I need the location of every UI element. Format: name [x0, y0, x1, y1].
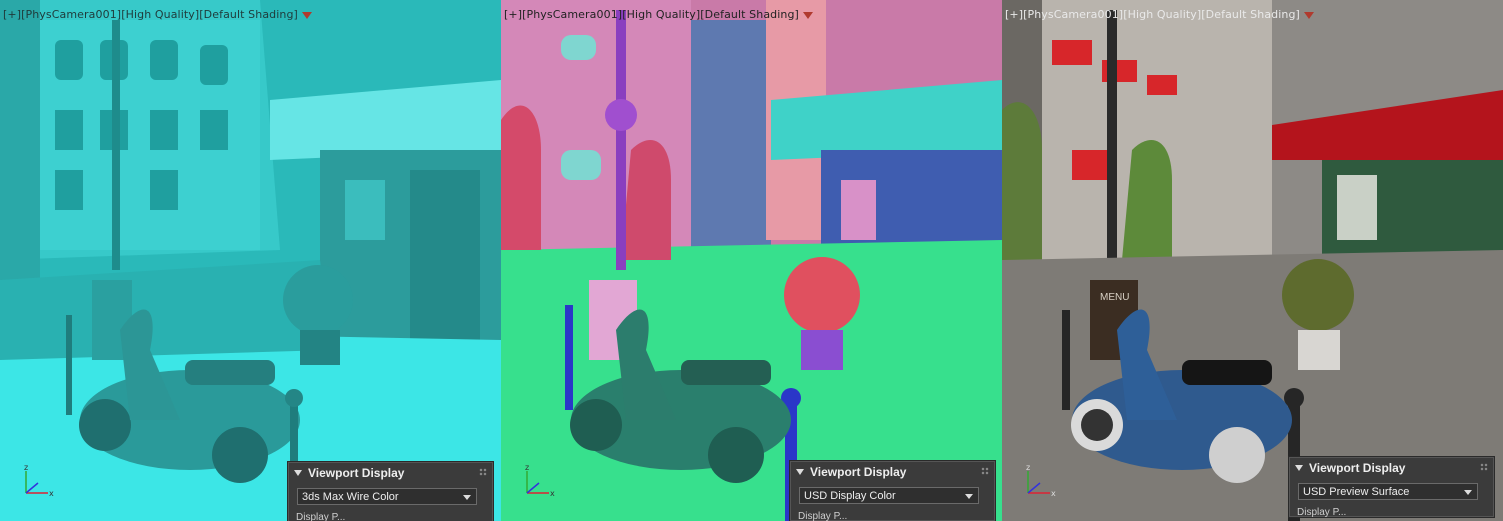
xyz-axis-gizmo-icon: z x [525, 463, 555, 498]
viewport-usd-display-color[interactable]: [+][PhysCamera001][High Quality][Default… [501, 0, 1002, 521]
chevron-down-icon [463, 495, 471, 500]
panel-header[interactable]: Viewport Display [294, 466, 404, 480]
camera-label-button[interactable]: [PhysCamera001] [1023, 8, 1123, 21]
viewport-label: [+][PhysCamera001][High Quality][Default… [504, 8, 813, 21]
panel-title: Viewport Display [308, 466, 405, 480]
collapse-triangle-icon[interactable] [1295, 465, 1303, 471]
panel-cut-text: Display P... [296, 512, 346, 521]
svg-text:x: x [49, 489, 54, 498]
chevron-down-icon [965, 494, 973, 499]
panel-header[interactable]: Viewport Display [796, 465, 906, 479]
viewport-menu-button[interactable]: [+] [3, 8, 21, 21]
display-mode-dropdown[interactable]: 3ds Max Wire Color [297, 488, 477, 505]
chevron-down-icon [1464, 490, 1472, 495]
viewport-display-panel: Viewport Display USD Preview Surface Dis… [1288, 456, 1495, 518]
filter-funnel-icon[interactable] [1303, 11, 1314, 19]
filter-funnel-icon[interactable] [301, 11, 312, 19]
shading-label-button[interactable]: [Default Shading] [700, 8, 799, 21]
viewport-display-panel: Viewport Display USD Display Color Displ… [789, 460, 996, 521]
panel-title: Viewport Display [1309, 461, 1406, 475]
svg-text:x: x [1051, 489, 1056, 498]
display-mode-dropdown[interactable]: USD Display Color [799, 487, 979, 504]
viewport-label: [+][PhysCamera001][High Quality][Default… [1005, 8, 1314, 21]
dropdown-value: 3ds Max Wire Color [302, 491, 399, 503]
display-mode-dropdown[interactable]: USD Preview Surface [1298, 483, 1478, 500]
panel-cut-text: Display P... [1297, 507, 1347, 517]
quality-label-button[interactable]: [High Quality] [121, 8, 199, 21]
dropdown-value: USD Display Color [804, 490, 896, 502]
viewport-display-panel: Viewport Display 3ds Max Wire Color Disp… [287, 461, 494, 521]
svg-text:z: z [24, 463, 28, 472]
collapse-triangle-icon[interactable] [294, 470, 302, 476]
xyz-axis-gizmo-icon: z x [24, 463, 54, 498]
scene-render-usd-display-color [501, 0, 1002, 521]
viewport-label: [+][PhysCamera001][High Quality][Default… [3, 8, 312, 21]
shading-label-button[interactable]: [Default Shading] [1201, 8, 1300, 21]
quality-label-button[interactable]: [High Quality] [1123, 8, 1201, 21]
viewport-usd-preview-surface[interactable]: MENU [+][PhysCamera001][High Quality][De… [1002, 0, 1503, 521]
svg-text:x: x [550, 489, 555, 498]
xyz-axis-gizmo-icon: z x [1026, 463, 1056, 498]
camera-label-button[interactable]: [PhysCamera001] [522, 8, 622, 21]
panel-grip-icon[interactable] [479, 468, 487, 476]
quality-label-button[interactable]: [High Quality] [622, 8, 700, 21]
panel-grip-icon[interactable] [981, 467, 989, 475]
viewport-menu-button[interactable]: [+] [1005, 8, 1023, 21]
menu-sign-text: MENU [1100, 292, 1129, 303]
collapse-triangle-icon[interactable] [796, 469, 804, 475]
panel-title: Viewport Display [810, 465, 907, 479]
viewport-menu-button[interactable]: [+] [504, 8, 522, 21]
scene-render-usd-preview-surface: MENU [1002, 0, 1503, 521]
shading-label-button[interactable]: [Default Shading] [199, 8, 298, 21]
panel-header[interactable]: Viewport Display [1295, 461, 1405, 475]
panel-cut-text: Display P... [798, 511, 848, 521]
svg-text:z: z [1026, 463, 1030, 472]
viewport-wire-color[interactable]: [+][PhysCamera001][High Quality][Default… [0, 0, 501, 521]
svg-text:z: z [525, 463, 529, 472]
dropdown-value: USD Preview Surface [1303, 486, 1410, 498]
viewport-comparison: [+][PhysCamera001][High Quality][Default… [0, 0, 1503, 521]
camera-label-button[interactable]: [PhysCamera001] [21, 8, 121, 21]
scene-render-wire-color [0, 0, 501, 521]
filter-funnel-icon[interactable] [802, 11, 813, 19]
panel-grip-icon[interactable] [1480, 463, 1488, 471]
